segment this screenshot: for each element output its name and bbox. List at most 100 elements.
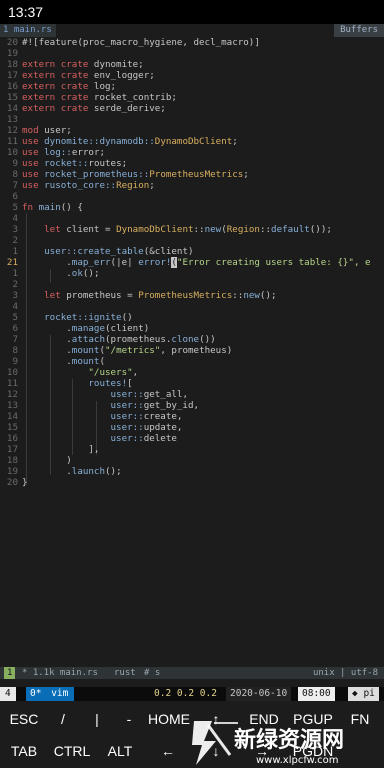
code-token: "/users": [22, 367, 133, 378]
key-esc[interactable]: ESC: [0, 704, 48, 734]
code-line[interactable]: 6: [0, 191, 384, 202]
line-code: mod user;: [22, 125, 72, 136]
code-token: ()): [199, 334, 216, 345]
code-token: default: [271, 224, 310, 235]
code-token: rocket::: [38, 158, 89, 169]
code-line[interactable]: 4: [0, 213, 384, 224]
buffers-label[interactable]: Buffers: [334, 24, 384, 37]
code-line[interactable]: 5 rocket::ignite(): [0, 312, 384, 323]
code-line[interactable]: 10 "/users",: [0, 367, 384, 378]
code-line[interactable]: 18 extern crate dynomite;: [0, 59, 384, 70]
code-token: (client): [105, 323, 150, 334]
code-line[interactable]: 15 user::update,: [0, 422, 384, 433]
code-editor[interactable]: 20 #![feature(proc_macro_hygiene, decl_ma…: [0, 37, 384, 667]
file-info: * 1.1k main.rs: [22, 668, 98, 678]
line-code: use rocket::routes;: [22, 158, 127, 169]
line-number: 11: [6, 136, 18, 147]
line-number: 3: [12, 224, 18, 235]
code-line[interactable]: 15 extern crate rocket_contrib;: [0, 92, 384, 103]
key-home[interactable]: HOME: [144, 704, 194, 734]
code-token: map_err: [71, 257, 111, 268]
key-pipe[interactable]: |: [82, 704, 112, 734]
code-line[interactable]: 16 user::delete: [0, 433, 384, 444]
code-line[interactable]: 4: [0, 301, 384, 312]
code-line[interactable]: 14 user::create,: [0, 411, 384, 422]
code-line[interactable]: 20 #![feature(proc_macro_hygiene, decl_ma…: [0, 37, 384, 48]
code-line[interactable]: 18 ): [0, 455, 384, 466]
date: 2020-06-10: [226, 687, 292, 701]
code-line[interactable]: 12 user::get_all,: [0, 389, 384, 400]
line-number: 6: [12, 323, 18, 334]
code-token: use: [22, 180, 39, 191]
code-token: extern crate: [22, 92, 89, 103]
code-token: .: [22, 345, 72, 356]
code-token: ,: [182, 389, 188, 400]
key-slash[interactable]: /: [48, 704, 78, 734]
code-line[interactable]: 19: [0, 48, 384, 59]
tmux-window[interactable]: 0* vim: [26, 687, 75, 701]
code-line[interactable]: 12 mod user;: [0, 125, 384, 136]
key-left[interactable]: ←: [150, 736, 186, 766]
code-token: new: [204, 224, 222, 235]
code-line[interactable]: 7 use rusoto_core::Region;: [0, 180, 384, 191]
code-line[interactable]: 10 use log::error;: [0, 147, 384, 158]
time: 08:00: [298, 687, 335, 701]
code-line[interactable]: 2: [0, 279, 384, 290]
code-line[interactable]: 8 .mount("/metrics", prometheus): [0, 345, 384, 356]
line-number: 8: [12, 345, 18, 356]
encoding: unix | utf-8: [312, 668, 378, 678]
code-line[interactable]: 14 extern crate serde_derive;: [0, 103, 384, 114]
tab-main-rs[interactable]: 1 main.rs: [0, 24, 56, 37]
code-token: Region: [226, 224, 260, 235]
code-token: extern crate: [22, 59, 89, 70]
code-line[interactable]: 8 use rocket_prometheus::PrometheusMetric…: [0, 169, 384, 180]
code-line[interactable]: 9 .mount(: [0, 356, 384, 367]
key-dash[interactable]: -: [114, 704, 144, 734]
code-line[interactable]: 9 use rocket::routes;: [0, 158, 384, 169]
code-line[interactable]: 16 extern crate log;: [0, 81, 384, 92]
code-line[interactable]: 6 .manage(client): [0, 323, 384, 334]
code-line[interactable]: 3 let prometheus = PrometheusMetrics::ne…: [0, 290, 384, 301]
code-token: user::: [22, 389, 144, 400]
code-line[interactable]: 3 let client = DynamoDbClient::new(Regio…: [0, 224, 384, 235]
line-code: extern crate log;: [22, 81, 116, 92]
key-alt[interactable]: ALT: [100, 736, 140, 766]
line-code: extern crate rocket_contrib;: [22, 92, 177, 103]
code-token: ignite: [88, 312, 122, 323]
code-line[interactable]: 20}: [0, 477, 384, 488]
code-token: .: [22, 466, 72, 477]
line-number: 8: [12, 169, 18, 180]
key-ctrl[interactable]: CTRL: [50, 736, 94, 766]
clock: 13:37: [8, 4, 44, 20]
code-token: .: [22, 356, 72, 367]
code-token: rocket::: [22, 312, 89, 323]
code-line[interactable]: 11 routes![: [0, 378, 384, 389]
code-line[interactable]: 17 extern crate env_logger;: [0, 70, 384, 81]
filetype: rust: [114, 668, 136, 678]
code-line-current[interactable]: 21 .map_err(|e| error!("Error creating u…: [0, 257, 384, 268]
code-line[interactable]: 13 user::get_by_id,: [0, 400, 384, 411]
line-code: }: [22, 477, 28, 488]
line-number: 14: [6, 411, 18, 422]
tmux-session[interactable]: 4: [0, 687, 16, 701]
code-token: ::: [193, 224, 205, 235]
code-line[interactable]: 13: [0, 114, 384, 125]
section-info: # s: [144, 668, 161, 678]
line-number: 10: [6, 367, 18, 378]
code-line[interactable]: 17 ],: [0, 444, 384, 455]
code-token: dynomite;: [88, 59, 144, 70]
code-line[interactable]: 5 fn main() {: [0, 202, 384, 213]
key-tab[interactable]: TAB: [0, 736, 48, 766]
code-token: routes;: [88, 158, 128, 169]
code-line[interactable]: 1 .ok();: [0, 268, 384, 279]
line-number: 5: [12, 202, 18, 213]
line-number: 4: [12, 301, 18, 312]
code-line[interactable]: 7 .attach(prometheus.clone()): [0, 334, 384, 345]
code-line[interactable]: 2: [0, 235, 384, 246]
line-number: 19: [6, 48, 18, 59]
code-token: ::: [259, 224, 272, 235]
vim-tabline: 1 main.rs Buffers: [0, 24, 384, 37]
code-line[interactable]: 19 .launch();: [0, 466, 384, 477]
code-line[interactable]: 11 use dynomite::dynamodb::DynamoDbClient…: [0, 136, 384, 147]
code-line[interactable]: 1 user::create_table(&client): [0, 246, 384, 257]
